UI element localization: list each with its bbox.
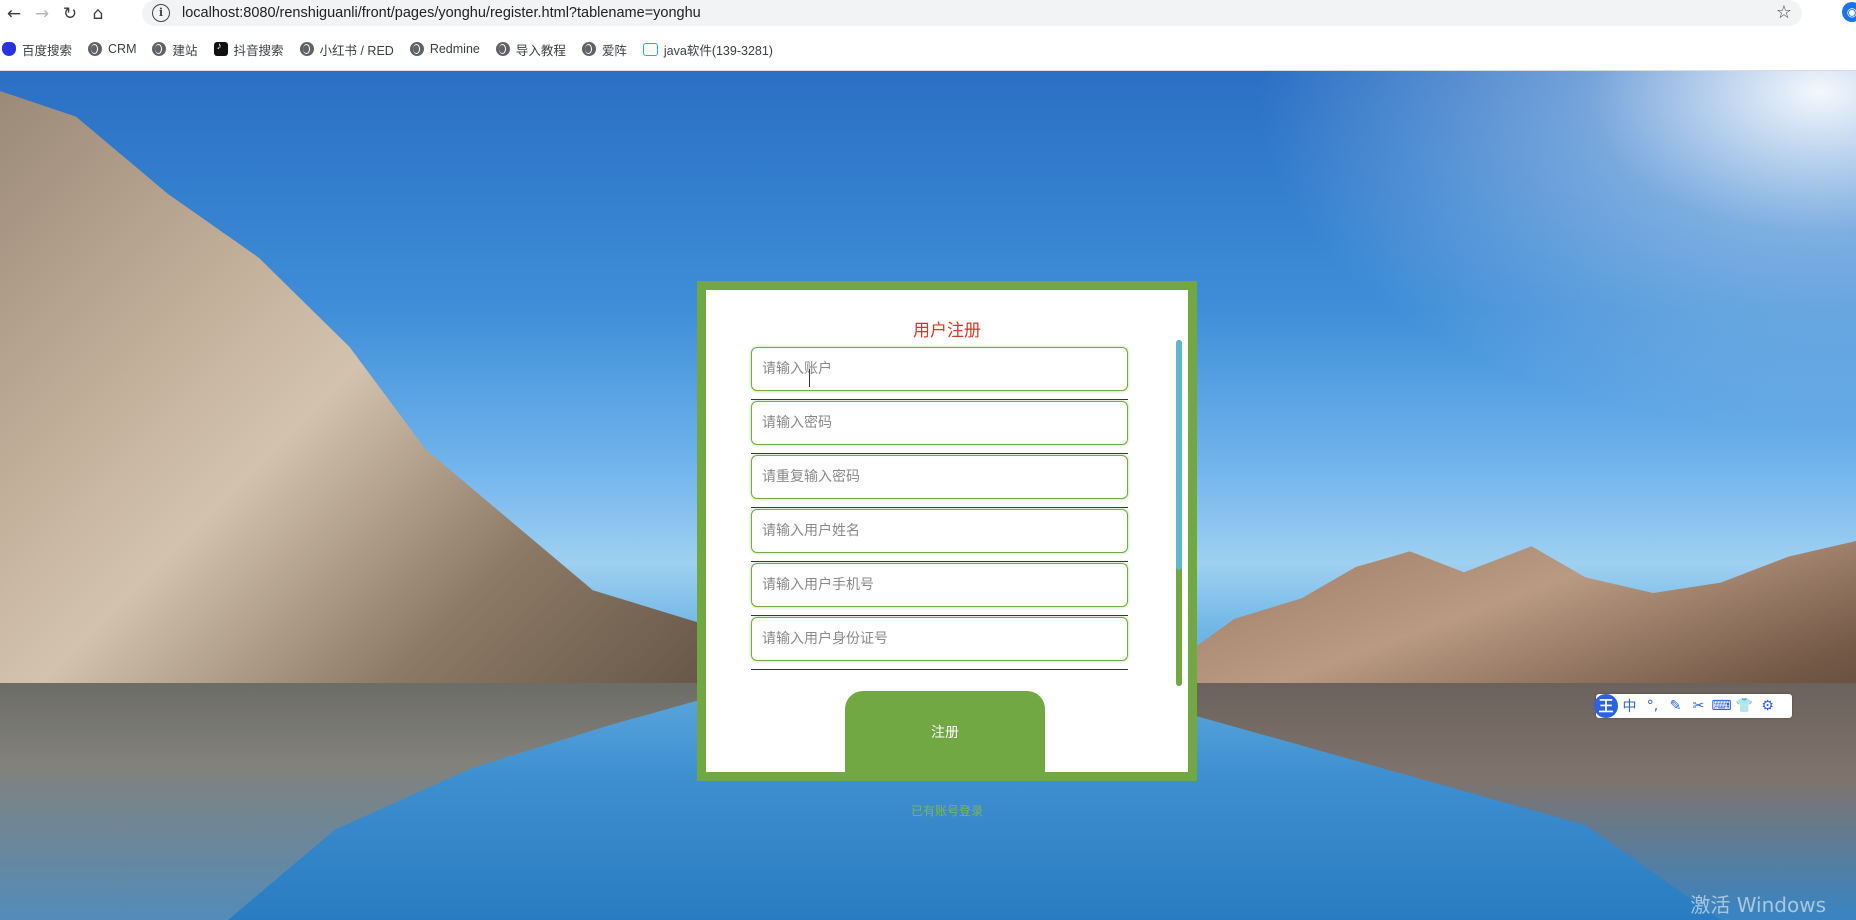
bookmark-label: 建站 <box>172 43 198 58</box>
ime-settings-icon[interactable]: ⚙ <box>1756 698 1779 714</box>
arrow-right-icon: → <box>34 4 50 24</box>
ime-keyboard-icon[interactable]: ⌨ <box>1710 698 1733 714</box>
bookmark-label: 爱阵 <box>601 43 627 58</box>
globe-icon <box>581 42 596 56</box>
bilibili-icon <box>642 42 658 56</box>
register-button[interactable]: 注册 <box>845 691 1045 772</box>
bookmark-label: 抖音搜索 <box>233 43 284 58</box>
reload-button[interactable]: ↻ <box>56 0 84 28</box>
rock-cliff-left <box>0 91 760 731</box>
forward-button[interactable]: → <box>28 0 56 28</box>
bookmark-label: 导入教程 <box>515 43 566 58</box>
user-name-input[interactable] <box>751 509 1128 553</box>
sun-haze <box>1156 71 1856 491</box>
id-card-input[interactable] <box>751 617 1128 661</box>
password-confirm-input[interactable] <box>751 455 1128 499</box>
bookmark-item[interactable]: 小红书 / RED <box>299 40 394 59</box>
arrow-left-icon: ← <box>6 4 22 24</box>
bookmark-item[interactable]: CRM <box>88 42 136 56</box>
bookmark-item[interactable]: 爱阵 <box>581 40 627 59</box>
bookmarks-bar: 百度搜索 CRM 建站 抖音搜索 小红书 / RED Redmine 导入教程 … <box>0 28 1856 71</box>
bookmark-item[interactable]: Redmine <box>409 42 480 56</box>
ime-screenshot-icon[interactable]: ✂ <box>1687 698 1710 714</box>
baidu-icon <box>2 42 16 56</box>
bookmark-item[interactable]: 建站 <box>152 40 198 59</box>
bookmark-item[interactable]: 抖音搜索 <box>213 40 284 59</box>
browser-toolbar: ← → ↻ ⌂ i localhost:8080/renshiguanli/fr… <box>0 0 1856 28</box>
bookmark-label: CRM <box>108 42 137 56</box>
back-button[interactable]: ← <box>0 0 28 28</box>
address-bar[interactable]: i localhost:8080/renshiguanli/front/page… <box>142 0 1802 26</box>
form-row-password-confirm <box>751 455 1128 508</box>
activation-watermark: 激活 Windows <box>1690 893 1826 917</box>
password-input[interactable] <box>751 401 1128 445</box>
bookmark-label: java软件(139-3281) <box>663 43 773 58</box>
bookmark-label: Redmine <box>429 42 480 56</box>
form-row-phone <box>751 563 1128 616</box>
globe-icon <box>495 42 510 56</box>
register-form[interactable] <box>706 342 1188 671</box>
bookmark-item[interactable]: 导入教程 <box>495 40 566 59</box>
tiktok-icon <box>213 41 228 56</box>
bookmark-label: 百度搜索 <box>22 43 73 58</box>
globe-icon <box>88 42 103 56</box>
globe-icon <box>299 42 314 56</box>
register-card: 用户注册 注册 <box>697 281 1197 781</box>
site-info-icon[interactable]: i <box>152 4 170 22</box>
form-row-password <box>751 401 1128 454</box>
phone-input[interactable] <box>751 563 1128 607</box>
home-icon: ⌂ <box>92 4 104 24</box>
account-input[interactable] <box>751 347 1128 391</box>
login-link[interactable]: 已有账号登录 <box>697 802 1197 819</box>
bookmark-label: 小红书 / RED <box>319 43 394 58</box>
bookmark-item[interactable]: java软件(139-3281) <box>642 40 773 59</box>
ime-chinese-toggle[interactable]: 中 <box>1618 696 1641 716</box>
page-title: 用户注册 <box>913 321 981 341</box>
url-text[interactable]: localhost:8080/renshiguanli/front/pages/… <box>182 5 701 21</box>
home-button[interactable]: ⌂ <box>84 0 112 28</box>
form-row-account <box>751 347 1128 400</box>
ime-logo-icon[interactable]: 王 <box>1594 694 1618 718</box>
globe-icon <box>152 42 167 56</box>
text-cursor <box>809 369 810 387</box>
globe-icon <box>409 42 424 56</box>
scrollbar-thumb[interactable] <box>1176 340 1182 570</box>
ime-handwrite-icon[interactable]: ✎ <box>1664 698 1687 714</box>
form-row-id-card <box>751 617 1128 670</box>
bookmark-item[interactable]: 百度搜索 <box>2 40 72 59</box>
reload-icon: ↻ <box>62 4 78 24</box>
profile-avatar-icon[interactable]: ◉ <box>1842 2 1856 22</box>
form-row-name <box>751 509 1128 562</box>
ime-toolbar: 王 中 °, ✎ ✂ ⌨ 👕 ⚙ <box>1594 694 1792 718</box>
ime-punctuation-icon[interactable]: °, <box>1641 698 1664 714</box>
bookmark-star-icon[interactable]: ☆ <box>1776 2 1792 23</box>
ime-skin-icon[interactable]: 👕 <box>1733 698 1756 714</box>
form-scrollbar[interactable] <box>1176 340 1182 686</box>
